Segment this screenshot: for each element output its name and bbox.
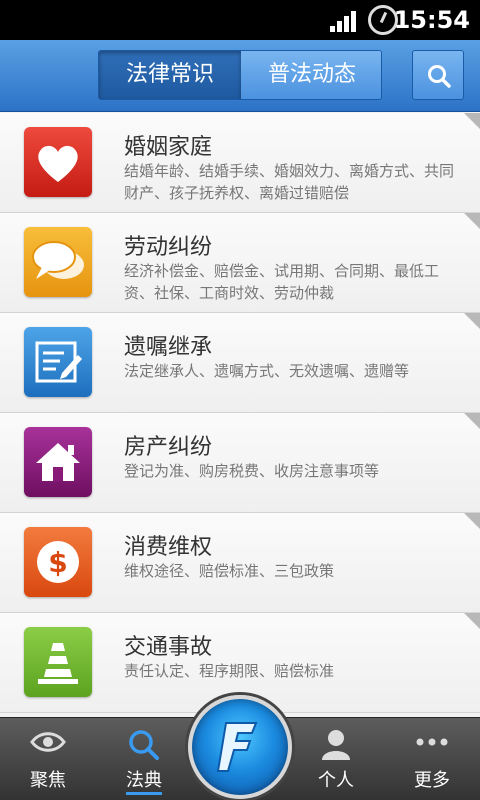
heart-icon	[24, 127, 92, 197]
nav-label: 法典	[126, 770, 162, 791]
list-item-marriage-family[interactable]: 婚姻家庭 结婚年龄、结婚手续、婚姻效力、离婚方式、共同财产、孩子抚养权、离婚过错…	[0, 113, 480, 213]
nav-code[interactable]: 法典	[96, 718, 192, 800]
list-item-title: 遗嘱继承	[124, 335, 213, 360]
nav-label: 更多	[414, 770, 450, 791]
f-logo-icon	[216, 722, 258, 772]
search-button[interactable]	[412, 50, 464, 100]
nav-personal[interactable]: 个人	[288, 718, 384, 800]
list-item-desc: 结婚年龄、结婚手续、婚姻效力、离婚方式、共同财产、孩子抚养权、离婚过错赔偿	[124, 162, 455, 202]
corner-indicator	[464, 113, 480, 129]
chat-bubbles-icon	[24, 227, 92, 297]
tab-legal-knowledge[interactable]: 法律常识	[99, 51, 241, 99]
list-item-desc: 登记为准、购房税费、收房注意事项等	[124, 462, 380, 480]
person-icon	[322, 730, 350, 760]
corner-indicator	[464, 313, 480, 329]
list-item-property-dispute[interactable]: 房产纠纷 登记为准、购房税费、收房注意事项等	[0, 413, 480, 513]
nav-label: 个人	[318, 770, 354, 791]
list-item-desc: 法定继承人、遗嘱方式、无效遗嘱、遗赠等	[124, 362, 410, 380]
list-item-will-inheritance[interactable]: 遗嘱继承 法定继承人、遗嘱方式、无效遗嘱、遗赠等	[0, 313, 480, 413]
nav-label: 聚焦	[30, 770, 66, 791]
dollar-coin-icon: $	[24, 527, 92, 597]
traffic-cone-icon	[24, 627, 92, 697]
list-item-title: 婚姻家庭	[124, 135, 213, 160]
list-item-desc: 责任认定、程序期限、赔偿标准	[124, 662, 335, 680]
list-item-desc: 经济补偿金、赔偿金、试用期、合同期、最低工资、社保、工商时效、劳动仲裁	[124, 262, 440, 302]
corner-indicator	[464, 413, 480, 429]
more-dots-icon	[416, 738, 448, 746]
corner-indicator	[464, 513, 480, 529]
list-item-title: 劳动纠纷	[124, 235, 213, 260]
center-logo-button[interactable]	[188, 695, 292, 799]
list-item-title: 房产纠纷	[124, 435, 213, 460]
list-item-consumer-rights[interactable]: $ 消费维权 维权途径、赔偿标准、三包政策	[0, 513, 480, 613]
category-list: 婚姻家庭 结婚年龄、结婚手续、婚姻效力、离婚方式、共同财产、孩子抚养权、离婚过错…	[0, 113, 480, 717]
document-edit-icon	[24, 327, 92, 397]
search-icon	[428, 65, 451, 88]
list-item-title: 消费维权	[124, 535, 213, 560]
tab-legal-news[interactable]: 普法动态	[241, 51, 381, 99]
list-item-desc: 维权途径、赔偿标准、三包政策	[124, 562, 335, 580]
search-icon	[129, 730, 159, 760]
corner-indicator	[464, 213, 480, 229]
status-bar: 15:54	[0, 0, 480, 40]
signal-icon	[330, 10, 358, 32]
list-item-title: 交通事故	[124, 635, 213, 660]
tab-switcher: 法律常识 普法动态	[98, 50, 382, 100]
svg-text:$: $	[48, 546, 67, 579]
header: 法律常识 普法动态	[0, 40, 480, 112]
eye-icon	[30, 732, 66, 752]
list-item-labor-dispute[interactable]: 劳动纠纷 经济补偿金、赔偿金、试用期、合同期、最低工资、社保、工商时效、劳动仲裁	[0, 213, 480, 313]
active-indicator	[126, 792, 162, 795]
house-icon	[24, 427, 92, 497]
status-time: 15:54	[393, 6, 470, 34]
corner-indicator	[464, 613, 480, 629]
nav-more[interactable]: 更多	[384, 718, 480, 800]
nav-focus[interactable]: 聚焦	[0, 718, 96, 800]
